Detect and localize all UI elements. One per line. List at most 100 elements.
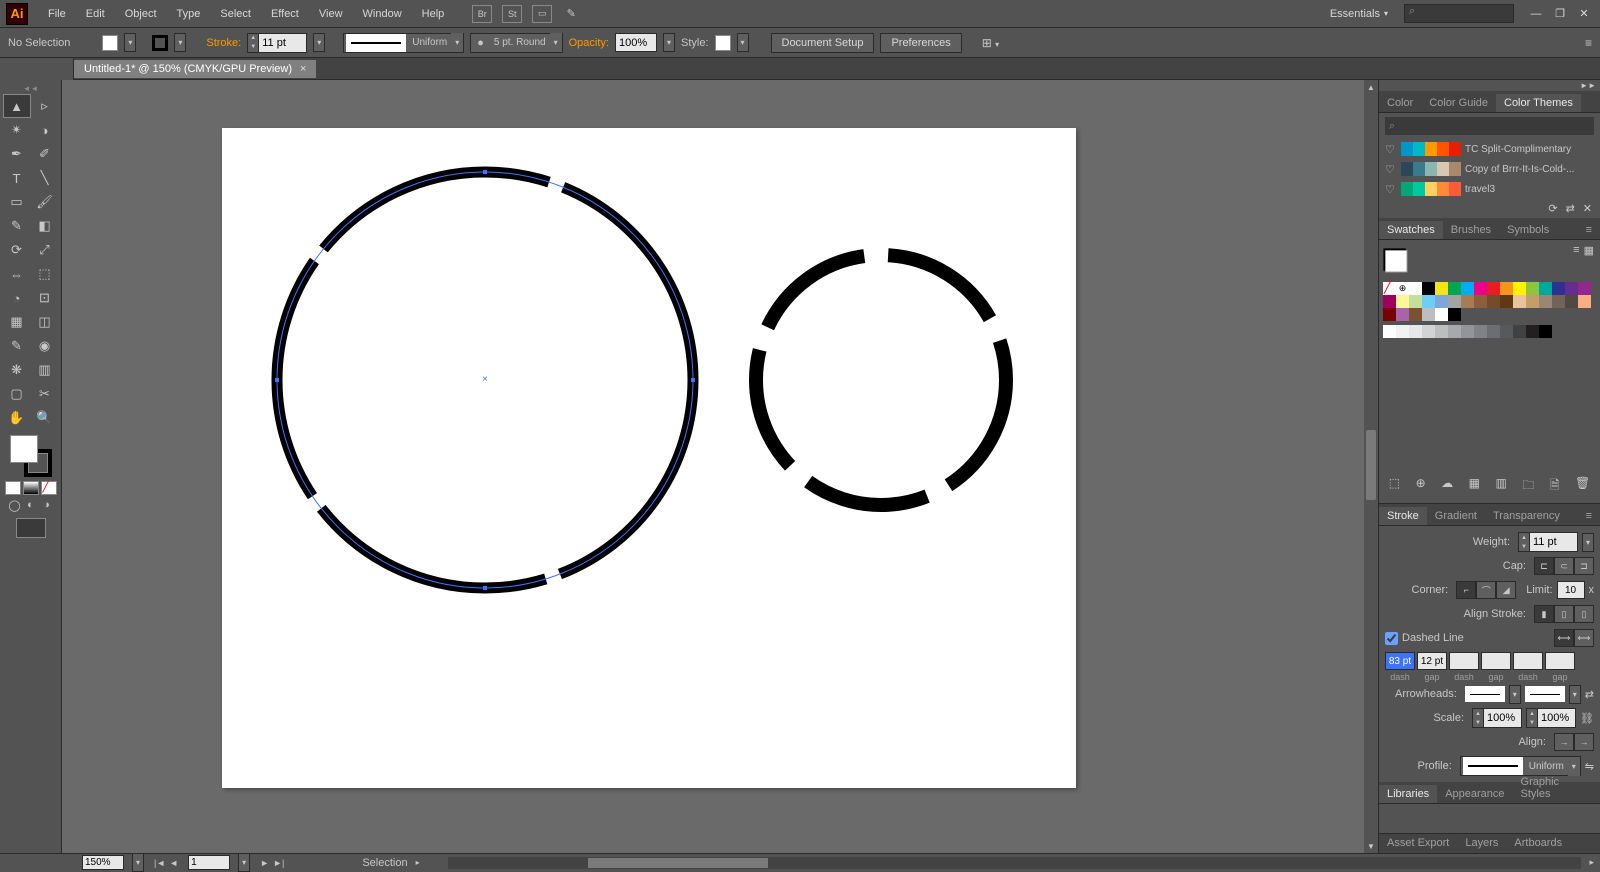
line-tool[interactable]: ╲ bbox=[32, 167, 58, 189]
menu-view[interactable]: View bbox=[309, 4, 353, 24]
fill-swatch[interactable] bbox=[102, 35, 118, 51]
favorite-icon[interactable]: ♡ bbox=[1385, 183, 1397, 196]
mesh-tool[interactable]: ▦ bbox=[4, 311, 30, 333]
swatch-fillstroke[interactable] bbox=[1385, 250, 1406, 271]
stroke-swatch[interactable] bbox=[152, 35, 168, 51]
artboard-dropdown[interactable] bbox=[238, 853, 250, 872]
cap-projecting-icon[interactable]: ⊐ bbox=[1574, 557, 1594, 575]
tab-libraries[interactable]: Libraries bbox=[1379, 785, 1437, 803]
canvas-area[interactable]: × ▲ ▼ bbox=[62, 80, 1378, 853]
align-center-icon[interactable]: ▮ bbox=[1534, 605, 1554, 623]
theme-row[interactable]: ♡travel3 bbox=[1379, 179, 1600, 199]
bevel-join-icon[interactable]: ◢ bbox=[1496, 581, 1516, 599]
stroke-weight-field[interactable]: ▲▼ bbox=[247, 33, 307, 53]
scale-tool[interactable]: ⤢ bbox=[32, 239, 58, 261]
brush-dropdown[interactable]: ● 5 pt. Round bbox=[470, 33, 562, 53]
grid-view-icon[interactable]: ▦ bbox=[1584, 244, 1594, 276]
cap-buttons[interactable]: ⊏ ⊂ ⊐ bbox=[1534, 557, 1594, 575]
preferences-button[interactable]: Preferences bbox=[880, 33, 961, 53]
dash-3[interactable] bbox=[1513, 652, 1543, 670]
maximize-button[interactable]: ❐ bbox=[1550, 7, 1570, 21]
lib-icon-5[interactable]: ▥ bbox=[1496, 476, 1507, 497]
close-button[interactable]: ✕ bbox=[1574, 7, 1594, 21]
menu-file[interactable]: File bbox=[38, 4, 76, 24]
blend-tool[interactable]: ◉ bbox=[32, 335, 58, 357]
workspace-switcher[interactable]: Essentials▾ bbox=[1320, 5, 1398, 23]
tab-asset-export[interactable]: Asset Export bbox=[1379, 834, 1457, 853]
scale-start-field[interactable]: ▲▼ bbox=[1472, 708, 1522, 728]
status-dropdown-icon[interactable]: ▸ bbox=[416, 858, 420, 867]
align-tip-icon[interactable]: → bbox=[1554, 733, 1574, 751]
artboard-number-field[interactable] bbox=[188, 855, 230, 870]
lib-icon-3[interactable]: ☁ bbox=[1441, 476, 1453, 497]
theme-row[interactable]: ♡TC Split-Complimentary bbox=[1379, 139, 1600, 159]
stroke-profile-dropdown[interactable]: Uniform bbox=[343, 33, 464, 53]
dash-1[interactable] bbox=[1385, 652, 1415, 670]
menu-help[interactable]: Help bbox=[412, 4, 455, 24]
gap-1[interactable] bbox=[1417, 652, 1447, 670]
draw-inside-icon[interactable]: ◑ bbox=[40, 498, 54, 512]
favorite-icon[interactable]: ♡ bbox=[1385, 143, 1397, 156]
tab-artboards[interactable]: Artboards bbox=[1506, 834, 1570, 853]
flip-profile-icon[interactable]: ⇋ bbox=[1585, 760, 1594, 773]
rotate-tool[interactable]: ⟳ bbox=[4, 239, 30, 261]
artboard[interactable]: × bbox=[222, 128, 1076, 788]
arrow-start-dropdown[interactable] bbox=[1465, 686, 1505, 702]
arrow-end-dropdown[interactable] bbox=[1525, 686, 1565, 702]
lasso-tool[interactable]: ◑ bbox=[32, 119, 58, 141]
scroll-down-icon[interactable]: ▼ bbox=[1364, 839, 1378, 853]
weight-field[interactable]: ▲▼ bbox=[1518, 532, 1578, 552]
dash-2[interactable] bbox=[1449, 652, 1479, 670]
tab-color-guide[interactable]: Color Guide bbox=[1421, 94, 1496, 112]
lib-icon-2[interactable]: ⊕ bbox=[1416, 476, 1426, 497]
cap-butt-icon[interactable]: ⊏ bbox=[1534, 557, 1554, 575]
lib-icon-7[interactable]: 🗎 bbox=[1550, 476, 1560, 497]
panel-menu-icon[interactable]: ≡ bbox=[1578, 221, 1600, 239]
scale-end-field[interactable]: ▲▼ bbox=[1526, 708, 1576, 728]
stroke-panel-menu-icon[interactable]: ≡ bbox=[1578, 507, 1600, 525]
selection-tool[interactable]: ▲ bbox=[4, 95, 30, 117]
link-icon[interactable]: ⇄ bbox=[1566, 202, 1575, 215]
stroke-label[interactable]: Stroke: bbox=[206, 37, 241, 49]
width-tool[interactable]: ⇔ bbox=[4, 263, 30, 285]
dash-gap-inputs[interactable] bbox=[1385, 650, 1594, 672]
screen-mode-button[interactable] bbox=[16, 518, 46, 538]
tab-symbols[interactable]: Symbols bbox=[1499, 221, 1557, 239]
tab-gradient[interactable]: Gradient bbox=[1427, 507, 1485, 525]
slice-tool[interactable]: ✂ bbox=[32, 383, 58, 405]
fill-dropdown[interactable] bbox=[124, 33, 136, 52]
tab-layers[interactable]: Layers bbox=[1457, 834, 1506, 853]
pen-tool[interactable]: ✒ bbox=[4, 143, 30, 165]
hscroll-thumb[interactable] bbox=[588, 858, 768, 868]
menu-window[interactable]: Window bbox=[353, 4, 412, 24]
small-circle[interactable] bbox=[756, 255, 1006, 505]
gpu-icon[interactable]: ✎ bbox=[562, 5, 580, 23]
curvature-tool[interactable]: ✐ bbox=[32, 143, 58, 165]
lib-icon-1[interactable]: ⬚ bbox=[1389, 476, 1400, 497]
theme-row[interactable]: ♡Copy of Brrr-It-Is-Cold-... bbox=[1379, 159, 1600, 179]
search-input[interactable]: ⌕ bbox=[1404, 4, 1514, 23]
menu-select[interactable]: Select bbox=[210, 4, 261, 24]
stroke-swatch-dropdown[interactable] bbox=[174, 33, 186, 52]
tab-transparency[interactable]: Transparency bbox=[1485, 507, 1568, 525]
refresh-icon[interactable]: ⟳ bbox=[1548, 202, 1557, 215]
opacity-label[interactable]: Opacity: bbox=[569, 37, 609, 49]
symbol-sprayer-tool[interactable]: ❋ bbox=[4, 359, 30, 381]
align-outside-icon[interactable]: ▯ bbox=[1574, 605, 1594, 623]
gray-swatch-row[interactable] bbox=[1379, 323, 1600, 340]
horizontal-scrollbar[interactable] bbox=[448, 857, 1582, 869]
style-dropdown[interactable] bbox=[737, 33, 749, 52]
round-join-icon[interactable]: ⌒ bbox=[1476, 581, 1496, 599]
tab-graphic-styles[interactable]: Graphic Styles bbox=[1513, 773, 1600, 803]
paintbrush-tool[interactable]: 🖌 bbox=[32, 191, 58, 213]
color-mode-icon[interactable] bbox=[5, 481, 21, 495]
stock-icon[interactable]: St bbox=[502, 5, 522, 23]
draw-behind-icon[interactable]: ◐ bbox=[24, 498, 38, 512]
miter-join-icon[interactable]: ⌐ bbox=[1456, 581, 1476, 599]
list-view-icon[interactable]: ≡ bbox=[1573, 244, 1579, 276]
zoom-field[interactable] bbox=[82, 855, 124, 870]
vertical-scrollbar[interactable]: ▲ ▼ bbox=[1364, 80, 1378, 853]
favorite-icon[interactable]: ♡ bbox=[1385, 163, 1397, 176]
dash-align-icon[interactable]: ⟷ bbox=[1574, 629, 1594, 647]
graph-tool[interactable]: ▥ bbox=[32, 359, 58, 381]
